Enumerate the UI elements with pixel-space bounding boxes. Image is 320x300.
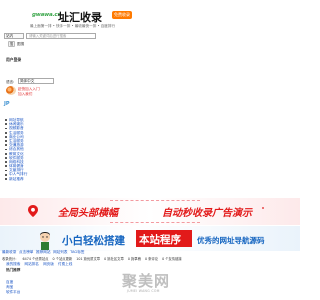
quick-links: 最新收录 点击榜单 推荐网站 网站列表 TAG标签 xyxy=(2,250,86,255)
secondary-link[interactable]: 网站排名 xyxy=(25,262,39,266)
free-submit-badge[interactable]: 免费收录 xyxy=(112,11,132,19)
secondary-links: 我的搜索 网站排名 网页版 付费上线 xyxy=(6,262,75,267)
stat-item: 0 个站点更新 xyxy=(52,257,73,261)
banner-divider xyxy=(110,222,200,223)
cartoon-person-icon xyxy=(40,232,50,250)
hot-recommend-title: 热门推荐 xyxy=(6,268,21,272)
site-stats: 收录统计： 6474 个优秀站点 0 个站点更新 101 篇优质文章 0 篇社区… xyxy=(2,256,185,261)
banner-divider xyxy=(110,200,200,201)
secondary-link[interactable]: 我的搜索 xyxy=(6,262,20,266)
search-input[interactable]: 请输入关键词后进行搜索 xyxy=(26,33,96,39)
ad-banner-top[interactable]: 全局头部横幅 自动秒收录广告演示 xyxy=(0,198,300,225)
ad-banner-program[interactable]: 小白轻松搭建 本站程序 优秀的网址导航源码 xyxy=(0,226,300,251)
language-select[interactable]: 简体中文 xyxy=(18,78,54,84)
join-us-link[interactable]: 加入我们 xyxy=(18,92,32,97)
quick-link[interactable]: TAG标签 xyxy=(70,250,84,254)
stat-item: 0 条评论 xyxy=(144,257,158,261)
location-pin-icon xyxy=(28,205,38,217)
quick-link[interactable]: 最新收录 xyxy=(2,250,16,254)
banner-headline: 全局头部横幅 xyxy=(58,208,118,219)
banner-highlight-text: 本站程序 xyxy=(139,234,181,246)
quick-link[interactable]: 网站列表 xyxy=(53,250,67,254)
stat-item: 6474 个优秀站点 xyxy=(22,257,49,261)
banner-headline: 小白轻松搭建 xyxy=(62,235,125,247)
login-heading: 用户登录 xyxy=(6,57,22,62)
stat-item: 101 篇优质文章 xyxy=(76,257,101,261)
site-title[interactable]: 址汇收录 xyxy=(58,9,102,25)
category-nav: 网址导航 休闲娱乐 视频影音 生活服务 商业公司 生活服务 交通旅游 综合其他 … xyxy=(5,118,27,181)
stat-item: 0 篇社区文章 xyxy=(104,257,124,261)
nav-item[interactable]: 新站推荐 xyxy=(5,177,27,181)
search-button[interactable]: 搜 xyxy=(8,41,15,47)
small-logo: JP xyxy=(4,101,10,107)
site-tagline: 最上面第一排 • 快手一排 • 最收最快一排 • 百度排行 xyxy=(30,24,116,28)
hot-recommend-list: 百度 淘宝 软件平台 xyxy=(6,280,20,295)
secondary-link[interactable]: 付费上线 xyxy=(58,262,72,266)
banner-subline: 优秀的网址导航源码 xyxy=(197,236,265,245)
banner-dot xyxy=(262,207,264,209)
site-logo[interactable]: gwawa.cn xyxy=(32,12,61,21)
search-type-select[interactable]: 站内 xyxy=(4,33,24,39)
avatar xyxy=(6,86,16,95)
stats-label: 收录统计： xyxy=(2,257,19,261)
quick-link[interactable]: 推荐网站 xyxy=(36,250,50,254)
watermark-sub: JUMEI WANG COM xyxy=(127,289,160,293)
stat-item: 0 篇草稿 xyxy=(127,257,141,261)
watermark: 聚美网 xyxy=(122,272,171,290)
stat-item: 0 个友情链接 xyxy=(162,257,182,261)
hot-link[interactable]: 软件平台 xyxy=(6,290,20,295)
banner-subline: 自动秒收录广告演示 xyxy=(162,208,252,219)
quick-link[interactable]: 点击榜单 xyxy=(19,250,33,254)
secondary-link[interactable]: 网页版 xyxy=(43,262,54,266)
image-search-link[interactable]: 图搜 xyxy=(17,42,24,47)
language-label: 语言: xyxy=(6,80,15,84)
